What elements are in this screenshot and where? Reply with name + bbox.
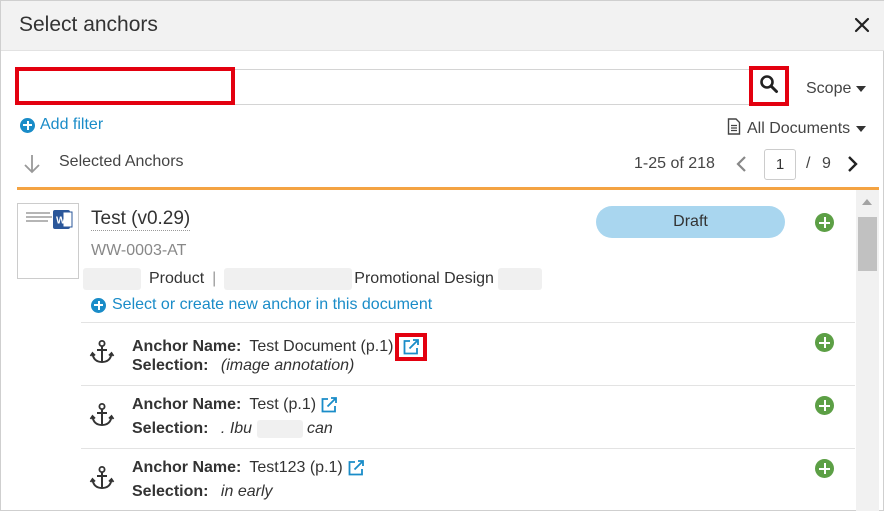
redacted-text xyxy=(256,420,303,438)
dialog-title: Select anchors xyxy=(19,13,158,36)
document-metadata: Product | Promotional Design xyxy=(83,268,542,290)
redacted-text xyxy=(224,268,353,290)
add-filter-button[interactable]: Add filter xyxy=(20,116,103,134)
search-icon xyxy=(759,74,779,99)
close-icon[interactable] xyxy=(851,14,873,36)
anchor-icon xyxy=(89,339,115,370)
select-create-anchor-link[interactable]: Select or create new anchor in this docu… xyxy=(91,296,432,314)
anchor-selection-label: Selection: xyxy=(132,420,209,438)
document-icon xyxy=(727,118,741,140)
add-anchor-icon[interactable] xyxy=(815,333,834,352)
anchor-selection-line: Selection: . Ibu can xyxy=(132,420,333,438)
scroll-up-arrow-icon[interactable] xyxy=(862,199,872,205)
external-link-icon[interactable] xyxy=(320,396,338,414)
anchor-name-label: Anchor Name: xyxy=(132,338,242,355)
scope-label: Scope xyxy=(806,80,852,97)
document-type: Product xyxy=(149,270,205,287)
anchor-name-label: Anchor Name: xyxy=(132,459,242,476)
anchor-selection: (image annotation) xyxy=(220,357,355,374)
anchor-selection-line: Selection: (image annotation) xyxy=(132,357,354,375)
all-documents-dropdown[interactable]: All Documents xyxy=(727,118,867,140)
page-number-input[interactable]: 1 xyxy=(764,149,796,180)
external-link-icon[interactable] xyxy=(347,459,365,477)
document-subtype: Promotional Design xyxy=(354,270,494,287)
anchor-selection: in early xyxy=(220,483,273,500)
select-create-anchor-label: Select or create new anchor in this docu… xyxy=(112,296,433,313)
anchor-results-list: W Test (v0.29) WW-0003-AT Product | Prom… xyxy=(17,190,855,511)
anchor-name-line: Anchor Name: Test (p.1) xyxy=(132,396,338,414)
anchor-icon xyxy=(89,402,115,433)
chevron-left-icon[interactable] xyxy=(735,154,749,179)
selected-anchors-bar: Selected Anchors 1-25 of 218 1 / 9 xyxy=(17,149,879,187)
select-anchors-dialog: Select anchors Scope Add filter All Docu… xyxy=(0,0,884,511)
redacted-text xyxy=(83,268,141,290)
list-scrollbar[interactable] xyxy=(856,190,879,511)
redacted-text xyxy=(497,268,542,290)
search-button[interactable] xyxy=(749,66,789,106)
anchor-icon xyxy=(89,465,115,496)
scrollbar-thumb[interactable] xyxy=(858,217,877,271)
anchor-name-line: Anchor Name: Test123 (p.1) xyxy=(132,459,365,477)
chevron-right-icon[interactable] xyxy=(845,154,859,179)
anchor-selection-line: Selection: in early xyxy=(132,483,273,501)
arrow-down-icon[interactable] xyxy=(23,153,41,180)
anchor-selection-start: . Ibu xyxy=(220,420,253,438)
anchor-selection-label: Selection: xyxy=(132,357,209,374)
caret-down-icon xyxy=(856,126,867,132)
add-anchor-icon[interactable] xyxy=(815,396,834,415)
document-thumbnail[interactable]: W xyxy=(17,203,79,279)
metadata-separator: | xyxy=(212,270,217,287)
search-input-highlight xyxy=(15,67,235,105)
anchor-selection-label: Selection: xyxy=(132,483,209,500)
results-range: 1-25 of 218 xyxy=(634,155,715,172)
document-id: WW-0003-AT xyxy=(91,242,187,259)
status-badge: Draft xyxy=(596,206,785,238)
anchor-selection-end: can xyxy=(306,420,333,438)
anchor-name: Test Document (p.1) xyxy=(249,338,394,355)
anchor-row[interactable]: Anchor Name: Test (p.1) Selection: . Ibu… xyxy=(81,385,855,448)
scope-dropdown[interactable]: Scope xyxy=(806,80,867,98)
page-separator: / xyxy=(806,155,811,172)
plus-circle-icon xyxy=(20,117,35,133)
external-link-icon[interactable] xyxy=(395,333,428,361)
anchor-name: Test123 (p.1) xyxy=(249,459,343,476)
svg-text:W: W xyxy=(56,216,66,227)
document-title[interactable]: Test (v0.29) xyxy=(91,208,191,231)
plus-circle-icon xyxy=(91,297,106,313)
add-document-icon[interactable] xyxy=(815,213,834,232)
anchor-row[interactable]: Anchor Name: Test Document (p.1) Selecti… xyxy=(81,322,855,385)
anchor-row[interactable]: Anchor Name: Test123 (p.1) Selection: in… xyxy=(81,448,855,511)
all-documents-label: All Documents xyxy=(747,120,851,137)
selected-anchors-label[interactable]: Selected Anchors xyxy=(59,153,184,171)
add-filter-label: Add filter xyxy=(40,116,104,133)
dialog-header: Select anchors xyxy=(1,1,884,51)
total-pages: 9 xyxy=(822,155,831,172)
anchor-name-label: Anchor Name: xyxy=(132,396,242,413)
caret-down-icon xyxy=(856,86,867,92)
add-anchor-icon[interactable] xyxy=(815,459,834,478)
anchor-name: Test (p.1) xyxy=(249,396,317,413)
